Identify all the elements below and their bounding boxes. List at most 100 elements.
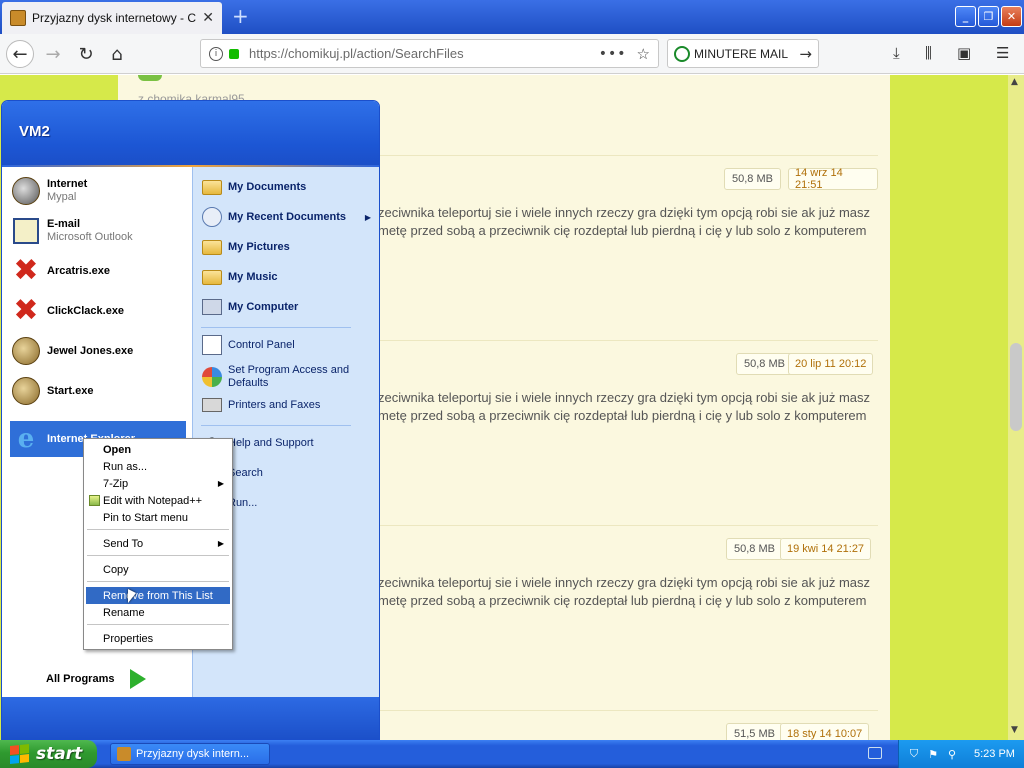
- program-access-icon: [201, 366, 223, 388]
- computer-icon: [201, 296, 223, 318]
- item-label: Send To: [103, 537, 144, 550]
- file-size: 51,5 MB: [726, 723, 783, 740]
- user-name: VM2: [19, 123, 50, 140]
- green-arrow-icon[interactable]: [130, 669, 146, 689]
- sidebar-icon[interactable]: ▣: [957, 44, 971, 62]
- library-icon[interactable]: ⫼: [925, 44, 932, 62]
- top-icon: [138, 75, 162, 81]
- start-item-control-panel[interactable]: Control Panel: [201, 332, 377, 358]
- download-icon[interactable]: ⤓: [893, 44, 900, 62]
- ctx-copy[interactable]: Copy: [86, 561, 230, 578]
- start-item-start-exe[interactable]: Start.exe: [10, 373, 186, 409]
- item-label: My Computer: [228, 300, 299, 313]
- folder-icon: [201, 266, 223, 288]
- start-item-my-music[interactable]: My Music: [201, 264, 377, 290]
- file-description: zeciwnika teleportuj sie i wiele innych …: [378, 205, 871, 238]
- keyboard-icon[interactable]: [868, 747, 882, 759]
- ctx-open[interactable]: Open: [86, 441, 230, 458]
- scroll-thumb[interactable]: [1010, 343, 1022, 431]
- item-sub: Mypal: [47, 191, 77, 203]
- ie-icon: e: [17, 424, 35, 454]
- shield-icon[interactable]: ⛉: [907, 747, 921, 761]
- scroll-down-icon[interactable]: ▼: [1011, 725, 1018, 735]
- item-label: ClickClack.exe: [47, 304, 125, 317]
- divider: [87, 555, 229, 556]
- browser-tab[interactable]: Przyjazny dysk internetowy - Cho ✕: [2, 2, 222, 34]
- close-window-button[interactable]: ✕: [1001, 6, 1022, 27]
- menu-icon[interactable]: ☰: [996, 44, 1009, 62]
- file-date: 19 kwi 14 21:27: [780, 538, 872, 560]
- ctx-pin-start[interactable]: Pin to Start menu: [86, 509, 230, 526]
- start-item-internet[interactable]: Internet Mypal: [10, 173, 186, 209]
- item-label: Set Program Access and Defaults: [228, 364, 350, 389]
- star-icon[interactable]: ☆: [637, 45, 650, 63]
- file-size: 50,8 MB: [726, 538, 783, 560]
- start-item-my-computer[interactable]: My Computer: [201, 294, 377, 320]
- divider: [201, 425, 351, 426]
- tab-title: Przyjazny dysk internetowy - Cho: [32, 11, 197, 25]
- start-item-email[interactable]: E-mail Microsoft Outlook: [10, 213, 186, 249]
- scroll-up-icon[interactable]: ▲: [1011, 77, 1018, 87]
- forward-icon[interactable]: →: [39, 40, 67, 68]
- network-icon[interactable]: ⚑: [926, 747, 940, 761]
- ctx-send-to[interactable]: Send To ▶: [86, 535, 230, 552]
- url-bar[interactable]: i https://chomikuj.pl/action/SearchFiles…: [200, 39, 659, 68]
- file-date: 14 wrz 14 21:51: [788, 167, 878, 191]
- start-item-my-documents[interactable]: My Documents: [201, 174, 377, 200]
- all-programs-button[interactable]: All Programs: [46, 673, 114, 685]
- file-size: 50,8 MB: [724, 168, 781, 190]
- favicon-icon: [117, 747, 131, 761]
- search-engine-icon[interactable]: [674, 45, 690, 62]
- divider: [87, 581, 229, 582]
- clock[interactable]: 5:23 PM: [974, 748, 1015, 760]
- start-item-my-recent-documents[interactable]: My Recent Documents ▶: [201, 204, 377, 230]
- ctx-properties[interactable]: Properties: [86, 630, 230, 647]
- home-icon[interactable]: ⌂: [103, 40, 131, 68]
- red-x-icon: ✖: [13, 253, 39, 288]
- minimize-button[interactable]: _: [955, 6, 976, 27]
- url-text[interactable]: https://chomikuj.pl/action/SearchFiles: [249, 46, 599, 61]
- divider: [201, 327, 351, 328]
- page-scrollbar[interactable]: ▲ ▼: [1008, 75, 1024, 740]
- ctx-remove-from-list[interactable]: Remove from This List: [86, 587, 230, 604]
- jones-icon: [10, 375, 42, 407]
- item-label: My Documents: [228, 180, 307, 193]
- start-item-arcatris[interactable]: ✖ Arcatris.exe: [10, 253, 186, 289]
- outlook-icon: [10, 215, 42, 247]
- start-menu-footer: [2, 697, 379, 739]
- navigation-toolbar: ← → ↻ ⌂ i https://chomikuj.pl/action/Sea…: [0, 34, 1024, 74]
- new-tab-button[interactable]: +: [232, 4, 249, 28]
- maximize-button[interactable]: ❐: [978, 6, 999, 27]
- start-item-clickclack[interactable]: ✖ ClickClack.exe: [10, 293, 186, 329]
- info-icon[interactable]: i: [209, 46, 223, 61]
- search-icon[interactable]: ⚲: [945, 747, 959, 761]
- notepad-icon: [89, 495, 100, 506]
- item-label: Search: [228, 466, 263, 479]
- control-panel-icon: [201, 334, 223, 356]
- close-tab-icon[interactable]: ✕: [202, 10, 214, 26]
- search-go-icon[interactable]: →: [799, 45, 812, 63]
- start-item-my-pictures[interactable]: My Pictures: [201, 234, 377, 260]
- ctx-edit-notepad[interactable]: Edit with Notepad++: [86, 492, 230, 509]
- start-item-jewel-jones[interactable]: Jewel Jones.exe: [10, 333, 186, 369]
- ctx-rename[interactable]: Rename: [86, 604, 230, 621]
- taskbar-item-browser[interactable]: Przyjazny dysk intern...: [110, 743, 270, 765]
- ctx-7zip[interactable]: 7-Zip ▶: [86, 475, 230, 492]
- lock-icon[interactable]: [229, 48, 239, 59]
- start-item-program-access[interactable]: Set Program Access and Defaults: [201, 362, 377, 392]
- raccoon-icon: [10, 175, 42, 207]
- context-menu: Open Run as... 7-Zip ▶ Edit with Notepad…: [83, 438, 233, 650]
- reload-icon[interactable]: ↻: [72, 40, 100, 68]
- file-description: zeciwnika teleportuj sie i wiele innych …: [378, 390, 871, 423]
- item-label: Jewel Jones.exe: [47, 344, 134, 357]
- start-item-printers-faxes[interactable]: Printers and Faxes: [201, 392, 377, 418]
- item-sub: Microsoft Outlook: [47, 231, 133, 243]
- search-query[interactable]: MINUTERE MAIL: [694, 47, 799, 61]
- back-icon[interactable]: ←: [6, 40, 34, 68]
- item-label: Start.exe: [47, 384, 94, 397]
- item-label: 7-Zip: [103, 477, 129, 490]
- more-icon[interactable]: •••: [599, 46, 627, 62]
- ctx-run-as[interactable]: Run as...: [86, 458, 230, 475]
- start-button[interactable]: start: [0, 740, 97, 768]
- search-bar[interactable]: MINUTERE MAIL →: [667, 39, 819, 68]
